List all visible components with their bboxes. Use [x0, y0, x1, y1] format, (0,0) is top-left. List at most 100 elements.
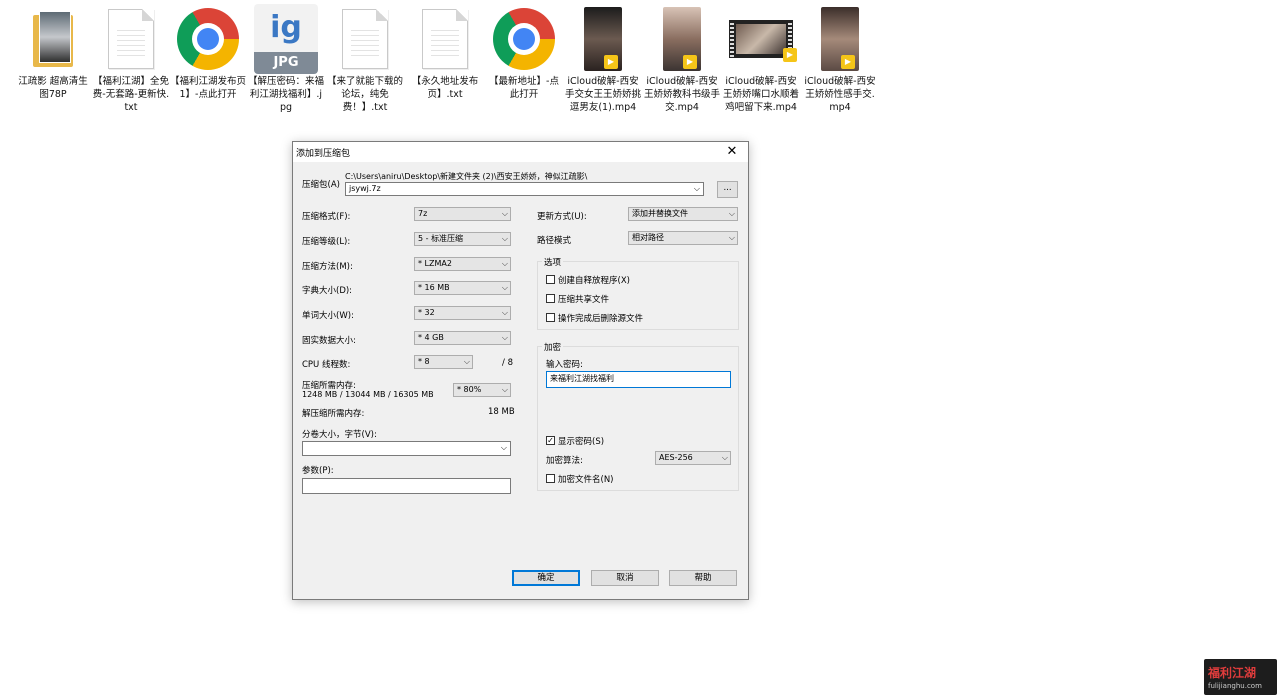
add-to-archive-dialog: 添加到压缩包 ✕ 压缩包(A) C:\Users\aniru\Desktop\新…	[292, 141, 749, 600]
password-input[interactable]: 来福利江湖找福利	[546, 371, 731, 388]
path-mode-select[interactable]: 相对路径 ⌵	[628, 231, 738, 245]
close-icon[interactable]: ✕	[720, 142, 744, 162]
shared-checkbox[interactable]	[546, 294, 555, 303]
video-thumbnail-icon: ▶	[650, 6, 714, 72]
chevron-down-icon[interactable]: ⌵	[694, 183, 700, 195]
level-value: 5 - 标准压缩	[418, 234, 464, 243]
icon-label: iCloud破解-西安王娇娇教科书级手交.mp4	[643, 76, 720, 113]
help-button[interactable]: 帮助	[669, 570, 737, 586]
chevron-down-icon: ⌵	[501, 308, 508, 317]
video-thumbnail-icon: ▶	[808, 6, 872, 72]
encryption-method-select[interactable]: AES-256 ⌵	[655, 451, 731, 465]
desktop-icon-video[interactable]: ▶ iCloud破解-西安王娇娇嘴口水顺着鸡吧留下来.mp4	[722, 6, 800, 114]
password-label: 输入密码:	[546, 360, 583, 370]
icon-label: iCloud破解-西安王娇娇嘴口水顺着鸡吧留下来.mp4	[722, 76, 799, 113]
play-badge-icon: ▶	[841, 55, 855, 69]
format-value: 7z	[418, 209, 428, 218]
sfx-label: 创建自释放程序(X)	[558, 276, 630, 286]
volume-input[interactable]: ⌵	[302, 441, 511, 456]
encryption-method-value: AES-256	[659, 453, 693, 462]
path-mode-value: 相对路径	[632, 233, 664, 242]
show-password-label: 显示密码(S)	[558, 437, 605, 447]
archive-path: C:\Users\aniru\Desktop\新建文件夹 (2)\西安王娇娇，神…	[345, 172, 588, 181]
dict-value: * 16 MB	[418, 283, 450, 292]
icon-label: 【福利江湖】全免费-无套路-更新快.txt	[92, 76, 170, 113]
word-select[interactable]: * 32 ⌵	[414, 306, 511, 320]
desktop-icon-video[interactable]: ▶ iCloud破解-西安手交女王王娇娇挑逗男友(1).mp4	[564, 6, 642, 114]
encryption-group: 加密 输入密码: 来福利江湖找福利 ✓ 显示密码(S) 加密算法: AES-25…	[537, 341, 739, 491]
cancel-button[interactable]: 取消	[591, 570, 659, 586]
level-select[interactable]: 5 - 标准压缩 ⌵	[414, 232, 511, 246]
browse-button[interactable]: ...	[717, 181, 738, 198]
watermark-url: fulijianghu.com	[1208, 682, 1262, 690]
chevron-down-icon: ⌵	[501, 333, 508, 342]
desktop-icon-chrome[interactable]: 【最新地址】-点此打开	[485, 6, 563, 101]
threads-select[interactable]: * 8 ⌵	[414, 355, 473, 369]
delete-label: 操作完成后删除源文件	[558, 314, 644, 324]
icon-label: iCloud破解-西安王娇娇性感手交.mp4	[804, 76, 876, 113]
folder-icon	[21, 6, 85, 72]
format-select[interactable]: 7z ⌵	[414, 207, 511, 221]
chevron-down-icon[interactable]: ⌵	[501, 442, 507, 454]
desktop-icon-txt[interactable]: 【来了就能下载的论坛，纯免费！】.txt	[326, 6, 404, 114]
chevron-down-icon: ⌵	[721, 453, 728, 462]
mem-usage-value: * 80%	[457, 385, 482, 394]
desktop-icon-video[interactable]: ▶ iCloud破解-西安王娇娇性感手交.mp4	[801, 6, 879, 114]
show-password-checkbox[interactable]: ✓	[546, 436, 555, 445]
mem-compress-detail: 1248 MB / 13044 MB / 16305 MB	[302, 390, 434, 399]
chevron-down-icon: ⌵	[463, 357, 470, 366]
encryption-method-label: 加密算法:	[546, 456, 583, 466]
play-badge-icon: ▶	[683, 55, 697, 69]
desktop-icon-folder[interactable]: 江疏影 超高清生图78P	[14, 6, 92, 101]
dict-select[interactable]: * 16 MB ⌵	[414, 281, 511, 295]
chevron-down-icon: ⌵	[501, 209, 508, 218]
mem-decompress-label: 解压缩所需内存:	[302, 409, 365, 419]
password-value: 来福利江湖找福利	[550, 374, 614, 383]
video-thumbnail-icon: ▶	[571, 6, 635, 72]
text-file-icon	[99, 6, 163, 72]
chevron-down-icon: ⌵	[501, 385, 508, 394]
archive-name-value: jsywj.7z	[349, 184, 381, 193]
volume-label: 分卷大小，字节(V):	[302, 430, 377, 440]
jpg-badge: JPG	[254, 52, 318, 74]
desktop-icon-chrome[interactable]: 【福利江湖发布页1】-点此打开	[169, 6, 247, 101]
icon-label: 【永久地址发布页】.txt	[411, 76, 479, 100]
chrome-icon	[176, 6, 240, 72]
watermark-text: 福利江湖	[1208, 666, 1257, 680]
jpg-file-icon: ig JPG	[254, 4, 318, 74]
level-label: 压缩等级(L):	[302, 237, 351, 247]
text-file-icon	[413, 6, 477, 72]
solid-value: * 4 GB	[418, 333, 444, 342]
icon-label: 【解压密码：来福利江湖找福利】.jpg	[247, 76, 324, 113]
method-value: * LZMA2	[418, 259, 452, 268]
desktop-icon-txt[interactable]: 【永久地址发布页】.txt	[406, 6, 484, 101]
sfx-checkbox[interactable]	[546, 275, 555, 284]
solid-select[interactable]: * 4 GB ⌵	[414, 331, 511, 345]
encrypt-names-checkbox[interactable]	[546, 474, 555, 483]
update-select[interactable]: 添加并替换文件 ⌵	[628, 207, 738, 221]
chevron-down-icon: ⌵	[501, 283, 508, 292]
dict-label: 字典大小(D):	[302, 286, 353, 296]
archive-label: 压缩包(A)	[302, 180, 340, 190]
play-badge-icon: ▶	[783, 48, 797, 62]
word-label: 单词大小(W):	[302, 311, 354, 321]
icon-label: iCloud破解-西安手交女王王娇娇挑逗男友(1).mp4	[564, 76, 641, 113]
desktop-icon-txt[interactable]: 【福利江湖】全免费-无套路-更新快.txt	[92, 6, 170, 114]
method-select[interactable]: * LZMA2 ⌵	[414, 257, 511, 271]
params-input[interactable]	[302, 478, 511, 494]
encryption-title: 加密	[542, 341, 564, 353]
method-label: 压缩方法(M):	[302, 262, 353, 272]
chevron-down-icon: ⌵	[728, 233, 735, 242]
icon-label: 【最新地址】-点此打开	[489, 76, 559, 100]
archive-name-input[interactable]: jsywj.7z ⌵	[345, 182, 704, 196]
delete-checkbox[interactable]	[546, 313, 555, 322]
desktop-icon-video[interactable]: ▶ iCloud破解-西安王娇娇教科书级手交.mp4	[643, 6, 721, 114]
threads-value: * 8	[418, 357, 430, 366]
desktop-icon-jpg[interactable]: ig JPG 【解压密码：来福利江湖找福利】.jpg	[247, 4, 325, 114]
chevron-down-icon: ⌵	[728, 209, 735, 218]
ok-button[interactable]: 确定	[512, 570, 580, 586]
play-badge-icon: ▶	[604, 55, 618, 69]
chrome-icon	[492, 6, 556, 72]
mem-usage-select[interactable]: * 80% ⌵	[453, 383, 511, 397]
update-value: 添加并替换文件	[632, 209, 688, 218]
